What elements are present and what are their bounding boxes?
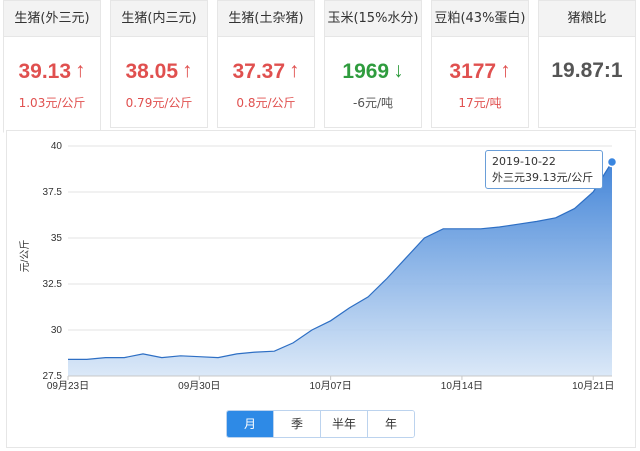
price-chart[interactable]: 27.53032.53537.54009月23日 09月30日 10月07日 10月1… bbox=[0, 0, 640, 451]
x-tick-label: 10月07日 bbox=[309, 380, 351, 392]
x-tick-label: 10月21日 bbox=[572, 380, 614, 392]
tab-half-year[interactable]: 半年 bbox=[320, 411, 367, 437]
x-tick-label: 09月23日 bbox=[47, 380, 89, 392]
tab-quarter[interactable]: 季 bbox=[273, 411, 320, 437]
y-tick-label: 40 bbox=[51, 141, 63, 152]
series-area bbox=[68, 162, 612, 376]
highlight-point[interactable] bbox=[606, 156, 618, 168]
range-tabs: 月 季 半年 年 bbox=[226, 410, 415, 438]
chart-series bbox=[68, 156, 618, 376]
tab-year[interactable]: 年 bbox=[367, 411, 414, 437]
y-axis-label: 元/公斤 bbox=[19, 240, 31, 273]
tooltip-value: 外三元39.13元/公斤 bbox=[492, 171, 594, 184]
y-tick-label: 35 bbox=[51, 233, 63, 244]
x-tick-label: 09月30日 bbox=[178, 380, 220, 392]
tooltip-date: 2019-10-22 bbox=[492, 155, 556, 168]
chart-tooltip: 2019-10-22 外三元39.13元/公斤 bbox=[485, 150, 603, 189]
x-tick-label: 10月14日 bbox=[441, 380, 483, 392]
y-tick-label: 30 bbox=[51, 325, 63, 336]
y-tick-label: 37.5 bbox=[43, 187, 63, 198]
tab-month[interactable]: 月 bbox=[227, 411, 273, 437]
y-tick-label: 32.5 bbox=[43, 279, 63, 290]
